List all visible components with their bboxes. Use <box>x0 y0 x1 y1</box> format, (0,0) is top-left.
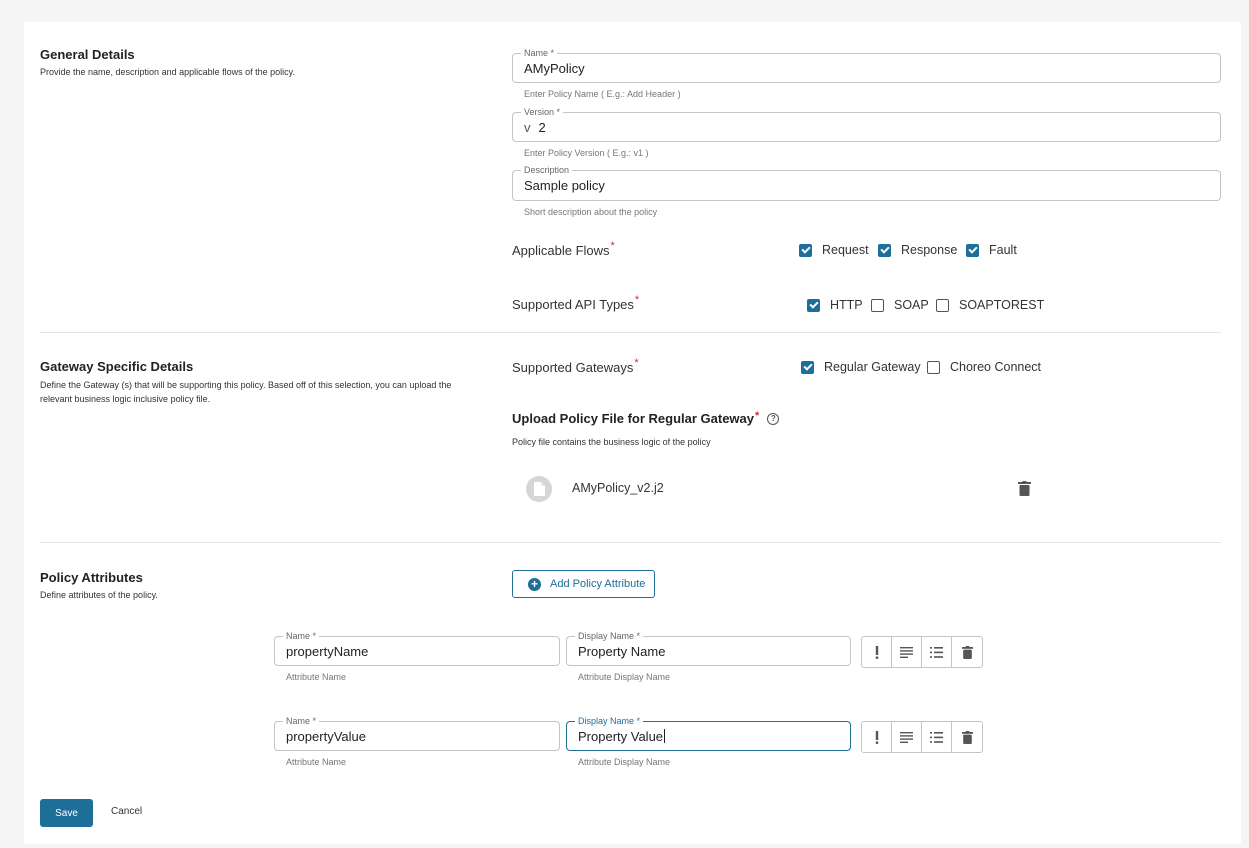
attribute-name-help: Attribute Name <box>286 672 347 682</box>
attribute-display-name-help: Attribute Display Name <box>578 672 671 682</box>
attribute-display-name-value: Property Value <box>578 728 664 744</box>
save-button[interactable]: Save <box>40 799 93 827</box>
policy-version-help: Enter Policy Version ( E.g.: v1 ) <box>524 148 649 158</box>
flow-fault-checkbox[interactable]: Fault <box>966 243 1017 257</box>
list-icon[interactable] <box>922 637 952 667</box>
delete-file-icon[interactable] <box>1018 481 1031 501</box>
policy-attributes-desc: Define attributes of the policy. <box>40 590 158 600</box>
api-type-soaptorest-checkbox[interactable]: SOAPTOREST <box>936 298 1044 312</box>
policy-description-help: Short description about the policy <box>524 207 658 217</box>
general-details-desc: Provide the name, description and applic… <box>40 67 295 77</box>
delete-attribute-icon[interactable] <box>952 722 982 752</box>
attribute-actions-toolbar <box>861 636 983 668</box>
flow-request-checkbox[interactable]: Request <box>799 243 869 257</box>
required-toggle-icon[interactable] <box>862 637 892 667</box>
gateway-details-desc: Define the Gateway (s) that will be supp… <box>40 380 452 404</box>
section-divider <box>40 542 1221 543</box>
attribute-display-name-value: Property Name <box>578 643 666 659</box>
attribute-name-help: Attribute Name <box>286 757 347 767</box>
attribute-name-field[interactable]: Name * propertyValue <box>274 715 560 751</box>
attribute-display-name-field[interactable]: Display Name * Property Value <box>566 715 851 751</box>
api-type-http-checkbox[interactable]: HTTP <box>807 298 863 312</box>
uploaded-file-name: AMyPolicy_v2.j2 <box>572 481 664 495</box>
gateway-choreo-checkbox[interactable]: Choreo Connect <box>927 360 1041 374</box>
attribute-name-field[interactable]: Name * propertyName <box>274 630 560 666</box>
gateway-details-title: Gateway Specific Details <box>40 359 194 374</box>
upload-policy-desc: Policy file contains the business logic … <box>512 437 711 447</box>
upload-policy-title: Upload Policy File for Regular Gateway * … <box>512 410 780 426</box>
file-icon <box>526 476 552 502</box>
description-icon[interactable] <box>892 722 922 752</box>
help-icon[interactable]: ? <box>767 412 780 425</box>
policy-name-help: Enter Policy Name ( E.g.: Add Header ) <box>524 89 681 99</box>
description-icon[interactable] <box>892 637 922 667</box>
applicable-flows-label: Applicable Flows* <box>512 240 615 258</box>
required-toggle-icon[interactable] <box>862 722 892 752</box>
policy-name-field[interactable]: Name * AMyPolicy <box>512 47 1221 83</box>
version-prefix: v <box>524 119 531 135</box>
attribute-name-value: propertyName <box>286 643 369 659</box>
text-cursor <box>664 729 666 743</box>
attribute-display-name-field[interactable]: Display Name * Property Name <box>566 630 851 666</box>
policy-description-field[interactable]: Description Sample policy <box>512 164 1221 201</box>
add-policy-attribute-button[interactable]: + Add Policy Attribute <box>512 570 655 598</box>
flow-response-checkbox[interactable]: Response <box>878 243 957 257</box>
supported-api-types-label: Supported API Types* <box>512 294 640 312</box>
list-icon[interactable] <box>922 722 952 752</box>
policy-version-field[interactable]: Version * v2 <box>512 106 1221 142</box>
policy-version-value: 2 <box>538 119 546 135</box>
gateway-regular-checkbox[interactable]: Regular Gateway <box>801 360 921 374</box>
delete-attribute-icon[interactable] <box>952 637 982 667</box>
policy-name-value: AMyPolicy <box>524 60 585 76</box>
section-divider <box>40 332 1221 333</box>
attribute-name-value: propertyValue <box>286 728 366 744</box>
general-details-title: General Details <box>40 47 135 62</box>
attribute-actions-toolbar <box>861 721 983 753</box>
supported-gateways-label: Supported Gateways* <box>512 357 639 375</box>
cancel-button[interactable]: Cancel <box>111 806 142 817</box>
add-icon: + <box>528 577 541 591</box>
attribute-display-name-help: Attribute Display Name <box>578 757 671 767</box>
policy-description-value: Sample policy <box>524 178 605 193</box>
policy-attributes-title: Policy Attributes <box>40 570 143 585</box>
api-type-soap-checkbox[interactable]: SOAP <box>871 298 929 312</box>
